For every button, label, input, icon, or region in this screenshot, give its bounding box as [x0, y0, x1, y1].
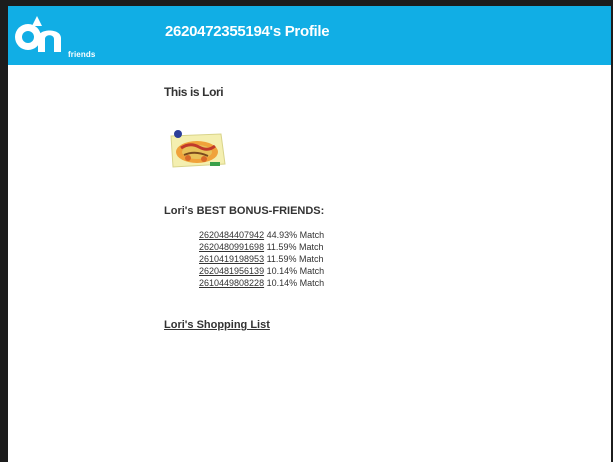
site-header: friends 2620472355194's Profile	[8, 6, 611, 65]
friend-link[interactable]: 2620484407942	[199, 230, 264, 240]
friends-list: 2620484407942 44.93% Match 2620480991698…	[199, 229, 324, 289]
friend-item: 2610449808228 10.14% Match	[199, 277, 324, 289]
friend-match: 10.14% Match	[266, 266, 325, 276]
friend-item: 2620481956139 10.14% Match	[199, 265, 324, 277]
logo[interactable]: friends	[14, 12, 102, 60]
friend-link[interactable]: 2620481956139	[199, 266, 264, 276]
friend-match: 10.14% Match	[266, 278, 325, 288]
logo-subtext: friends	[68, 50, 96, 59]
page-title: 2620472355194's Profile	[165, 23, 330, 40]
friend-item: 2620480991698 11.59% Match	[199, 241, 324, 253]
friend-match: 11.59% Match	[266, 254, 324, 264]
friend-item: 2610419198953 11.59% Match	[199, 253, 324, 265]
friend-match: 11.59% Match	[266, 242, 324, 252]
friend-link[interactable]: 2610449808228	[199, 278, 264, 288]
best-friends-title: Lori's BEST BONUS-FRIENDS:	[164, 205, 325, 217]
product-image	[168, 128, 227, 171]
friend-link[interactable]: 2620480991698	[199, 242, 264, 252]
friend-match: 44.93% Match	[266, 230, 325, 240]
friend-item: 2620484407942 44.93% Match	[199, 229, 324, 241]
shopping-list-link[interactable]: Lori's Shopping List	[164, 319, 270, 331]
ah-logo-icon	[15, 16, 61, 52]
profile-intro: This is Lori	[164, 85, 224, 99]
friend-link[interactable]: 2610419198953	[199, 254, 264, 264]
